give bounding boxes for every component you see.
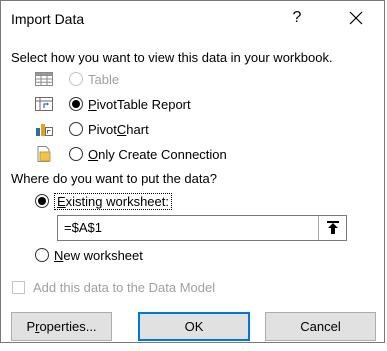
close-icon xyxy=(349,11,363,25)
properties-button[interactable]: Properties... xyxy=(11,312,112,341)
title-bar: Import Data ? xyxy=(1,1,384,37)
close-button[interactable] xyxy=(346,8,366,28)
option-only-create-connection[interactable]: Only Create Connection xyxy=(34,145,227,163)
radio-table xyxy=(69,72,83,86)
label-pivotchart: PivotChart xyxy=(88,121,149,137)
option-pivotchart[interactable]: PivotChart xyxy=(34,120,149,138)
radio-existing-worksheet[interactable] xyxy=(35,194,49,208)
collapse-arrow-icon xyxy=(326,221,339,234)
properties-button-label: Properties... xyxy=(26,319,97,334)
radio-new-worksheet[interactable] xyxy=(35,248,49,262)
label-pivottable-report: PivotTable Report xyxy=(88,96,191,112)
table-icon xyxy=(34,70,54,88)
view-prompt: Select how you want to view this data in… xyxy=(11,50,333,65)
option-new-worksheet[interactable]: New worksheet xyxy=(35,246,143,264)
pivotchart-icon xyxy=(34,120,54,138)
background-strip xyxy=(0,343,387,351)
label-only-create-connection: Only Create Connection xyxy=(88,146,227,162)
collapse-dialog-button[interactable] xyxy=(318,216,346,240)
option-existing-worksheet[interactable]: Existing worksheet: xyxy=(35,192,172,210)
import-data-dialog: Import Data ? Select how you want to vie… xyxy=(0,0,385,343)
label-existing-worksheet: Existing worksheet: xyxy=(54,192,172,210)
radio-pivotchart[interactable] xyxy=(69,122,83,136)
dialog-title: Import Data xyxy=(11,11,85,27)
label-new-worksheet: New worksheet xyxy=(54,247,143,263)
data-model-checkbox xyxy=(12,280,25,294)
radio-only-create-connection[interactable] xyxy=(69,147,83,161)
option-table: Table xyxy=(34,70,119,88)
range-reference-input[interactable]: =$A$1 xyxy=(57,215,347,241)
ok-button[interactable]: OK xyxy=(138,312,250,341)
data-model-label: Add this data to the Data Model xyxy=(33,279,216,295)
help-button[interactable]: ? xyxy=(287,9,307,29)
pivottable-icon xyxy=(34,95,54,113)
radio-pivottable-report[interactable] xyxy=(69,97,83,111)
cancel-button[interactable]: Cancel xyxy=(265,312,376,341)
label-table: Table xyxy=(88,71,120,87)
connection-icon xyxy=(34,145,54,163)
location-prompt: Where do you want to put the data? xyxy=(11,171,217,186)
option-pivottable-report[interactable]: PivotTable Report xyxy=(34,95,191,113)
data-model-option: Add this data to the Data Model xyxy=(12,279,215,295)
